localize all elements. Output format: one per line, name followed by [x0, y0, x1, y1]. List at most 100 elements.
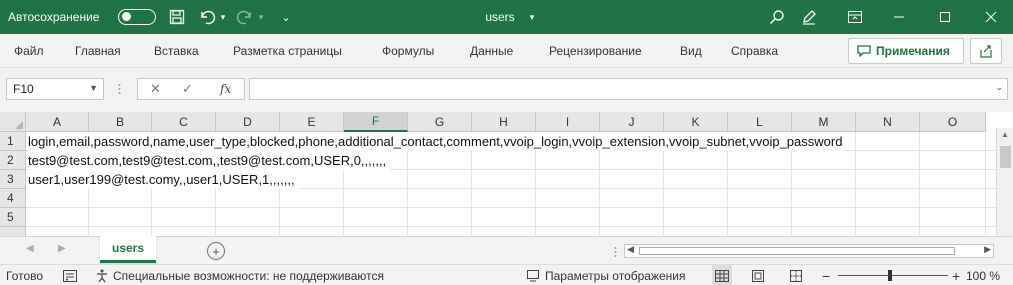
vertical-scrollbar[interactable]: ▲ [996, 128, 1013, 236]
title-dropdown-icon[interactable]: ▾ [525, 0, 539, 34]
row-header-4[interactable]: 4 [0, 189, 26, 208]
status-bar: Готово Специальные возможности: не подде… [0, 264, 1013, 285]
minimize-icon[interactable] [888, 0, 910, 34]
cell-a3[interactable]: user1,user199@test.comy,,user1,USER,1,,,… [28, 170, 299, 189]
tab-home[interactable]: Главная [75, 34, 121, 68]
grid-line [985, 132, 986, 236]
name-box[interactable]: F10 ▼ [6, 78, 104, 100]
column-header-d[interactable]: D [216, 112, 280, 132]
share-icon [980, 45, 992, 58]
column-header-j[interactable]: J [600, 112, 664, 132]
formula-bar-grip-icon[interactable] [118, 80, 121, 98]
share-button[interactable] [970, 38, 1002, 64]
expand-formula-icon[interactable]: ⌄ [995, 82, 1003, 93]
notes-label: Примечания [876, 44, 950, 58]
accessibility-status[interactable]: Специальные возможности: не поддерживают… [113, 265, 384, 285]
row-header-partial[interactable] [0, 227, 26, 236]
undo-dropdown-icon[interactable]: ▾ [218, 0, 228, 34]
close-icon[interactable] [980, 0, 1002, 34]
status-ready: Готово [6, 268, 44, 283]
scroll-right-icon[interactable]: ▶ [984, 244, 991, 255]
zoom-slider-track[interactable] [838, 275, 948, 276]
zoom-slider-thumb[interactable] [888, 270, 892, 281]
search-icon[interactable] [766, 0, 788, 34]
autosave-toggle[interactable] [118, 9, 156, 25]
select-all-button[interactable] [0, 112, 26, 132]
formula-buttons: ✕ ✓ fx [137, 78, 245, 100]
display-settings-icon[interactable] [527, 265, 539, 285]
tab-page-layout[interactable]: Разметка страницы [233, 34, 342, 68]
horizontal-scroll-thumb[interactable] [639, 247, 955, 255]
sheet-tab-bar: ◀ ▶ users + ◀ ▶ [0, 236, 1013, 264]
horizontal-scrollbar[interactable]: ◀ ▶ [624, 244, 994, 258]
zoom-level[interactable]: 100 % [966, 265, 1000, 285]
notes-button[interactable]: Примечания [848, 38, 964, 64]
zoom-in-button[interactable]: + [952, 265, 960, 285]
page-break-view-icon[interactable] [790, 265, 802, 285]
column-header-b[interactable]: B [89, 112, 152, 132]
scroll-left-icon[interactable]: ◀ [627, 244, 634, 255]
column-header-i[interactable]: I [536, 112, 600, 132]
previous-sheet-icon[interactable]: ◀ [26, 243, 34, 254]
maximize-icon[interactable] [934, 0, 956, 34]
title-bar: Автосохранение ▾ ▾ ⌄ users ▾ [0, 0, 1013, 34]
sheet-tab-users[interactable]: users [100, 236, 156, 263]
tab-split-grip-icon[interactable] [614, 245, 617, 259]
column-header-o[interactable]: O [920, 112, 986, 132]
column-header-n[interactable]: N [856, 112, 920, 132]
row-header-2[interactable]: 2 [0, 151, 26, 170]
scroll-thumb[interactable] [1000, 146, 1011, 168]
enter-icon[interactable]: ✓ [182, 81, 193, 97]
tab-view[interactable]: Вид [680, 34, 702, 68]
cell-a1[interactable]: login,email,password,name,user_type,bloc… [28, 132, 847, 151]
normal-view-icon[interactable] [712, 265, 732, 285]
spreadsheet-grid: A B C D E F G H I J K L M N O 1 2 3 4 5 … [0, 112, 1013, 236]
tab-data[interactable]: Данные [470, 34, 513, 68]
autosave-label: Автосохранение [8, 10, 100, 24]
row-header-5[interactable]: 5 [0, 208, 26, 227]
column-header-g[interactable]: G [408, 112, 472, 132]
page-layout-view-icon[interactable] [752, 265, 764, 285]
accessibility-icon[interactable] [96, 265, 108, 285]
add-sheet-icon[interactable]: + [207, 242, 225, 260]
tab-help[interactable]: Справка [731, 34, 778, 68]
insert-function-icon[interactable]: fx [220, 82, 231, 96]
column-header-m[interactable]: M [792, 112, 856, 132]
redo-dropdown-icon[interactable]: ▾ [256, 0, 266, 34]
column-header-e[interactable]: E [280, 112, 344, 132]
formula-bar: F10 ▼ ✕ ✓ fx ⌄ [0, 68, 1013, 112]
column-header-k[interactable]: K [664, 112, 728, 132]
tab-formulas[interactable]: Формулы [382, 34, 434, 68]
redo-icon[interactable] [234, 0, 256, 34]
grid-line [919, 132, 920, 236]
macro-record-icon[interactable] [63, 265, 77, 285]
window-title[interactable]: users [470, 0, 530, 34]
pen-icon[interactable] [798, 0, 820, 34]
ribbon-display-icon[interactable] [844, 0, 866, 34]
row-header-1[interactable]: 1 [0, 132, 26, 151]
tab-file[interactable]: Файл [14, 34, 44, 68]
tab-review[interactable]: Рецензирование [549, 34, 642, 68]
formula-input[interactable]: ⌄ [249, 78, 1008, 100]
column-header-c[interactable]: C [152, 112, 216, 132]
column-header-l[interactable]: L [728, 112, 792, 132]
undo-icon[interactable] [196, 0, 218, 34]
ribbon-tabs: Файл Главная Вставка Разметка страницы Ф… [0, 34, 1013, 68]
comment-icon [857, 45, 871, 57]
column-header-f[interactable]: F [344, 112, 408, 132]
display-settings[interactable]: Параметры отображения [545, 265, 686, 285]
chevron-down-icon[interactable]: ▼ [89, 83, 98, 93]
save-icon[interactable] [166, 0, 188, 34]
row-header-3[interactable]: 3 [0, 170, 26, 189]
column-header-a[interactable]: A [26, 112, 89, 132]
cell-a2[interactable]: test9@test.com,test9@test.com,,test9@tes… [28, 151, 391, 170]
tab-insert[interactable]: Вставка [154, 34, 199, 68]
grid-line [855, 132, 856, 236]
scroll-up-icon[interactable]: ▲ [1001, 130, 1009, 139]
customize-toolbar-icon[interactable]: ⌄ [278, 0, 294, 34]
cancel-icon[interactable]: ✕ [150, 81, 161, 97]
column-header-h[interactable]: H [472, 112, 536, 132]
next-sheet-icon[interactable]: ▶ [58, 243, 66, 254]
zoom-out-button[interactable]: − [822, 265, 830, 285]
toggle-knob [122, 12, 131, 21]
